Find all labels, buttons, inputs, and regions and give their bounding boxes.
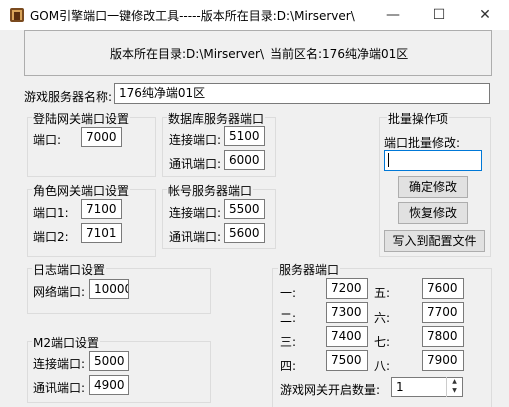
server-port-7-label: 七:: [374, 335, 391, 349]
server-port-3-input[interactable]: 7400: [326, 326, 368, 347]
db-connect-input[interactable]: 5100: [224, 126, 265, 146]
log-port-title: 日志端口设置: [32, 261, 107, 278]
server-port-4-input[interactable]: 7500: [326, 350, 368, 371]
write-config-button[interactable]: 写入到配置文件: [384, 230, 485, 252]
batch-label: 端口批量修改:: [384, 136, 461, 150]
server-port-5-input[interactable]: 7600: [422, 278, 464, 299]
spin-up-icon[interactable]: ▲: [447, 377, 462, 386]
role-port1-input[interactable]: 7100: [81, 199, 122, 219]
account-server-title: 帐号服务器端口: [167, 182, 254, 199]
login-gate-port-input[interactable]: 7000: [81, 127, 122, 147]
m2-comm-input[interactable]: 4900: [89, 375, 129, 395]
login-gate-title: 登陆网关端口设置: [32, 110, 131, 127]
account-connect-input[interactable]: 5500: [224, 199, 265, 219]
confirm-button[interactable]: 确定修改: [398, 176, 468, 198]
close-button[interactable]: ✕: [462, 0, 508, 30]
text-cursor: [388, 153, 389, 167]
db-server-title: 数据库服务器端口: [167, 110, 266, 127]
account-comm-label: 通讯端口:: [169, 230, 222, 244]
db-comm-label: 通讯端口:: [169, 157, 222, 171]
login-gate-port-label: 端口:: [33, 133, 62, 147]
server-ports-title: 服务器端口: [278, 261, 341, 278]
spin-down-icon[interactable]: ▼: [447, 386, 462, 395]
m2-connect-input[interactable]: 5000: [89, 351, 129, 371]
m2-comm-label: 通讯端口:: [33, 381, 86, 395]
server-port-4-label: 四:: [280, 359, 297, 373]
server-port-1-label: 一:: [280, 286, 297, 300]
batch-title: 批量操作项: [387, 110, 450, 127]
server-port-8-label: 八:: [374, 359, 391, 373]
role-gate-title: 角色网关端口设置: [32, 182, 131, 199]
server-port-2-label: 二:: [280, 311, 297, 325]
server-port-1-input[interactable]: 7200: [326, 278, 368, 299]
server-name-label: 游戏服务器名称:: [24, 90, 113, 104]
current-zone-text: 当前区名:176纯净端01区: [270, 47, 409, 61]
role-port2-label: 端口2:: [33, 230, 69, 244]
version-dir-text: 版本所在目录:D:\Mirserver\: [110, 47, 265, 61]
app-icon: [10, 8, 24, 22]
server-name-input[interactable]: 176纯净端01区: [114, 83, 490, 104]
server-port-6-input[interactable]: 7700: [422, 302, 464, 323]
window-title: GOM引擎端口一键修改工具-----版本所在目录:D:\Mirserver\: [30, 9, 355, 23]
role-port1-label: 端口1:: [33, 206, 69, 220]
server-port-6-label: 六:: [374, 311, 391, 325]
log-net-label: 网络端口:: [33, 285, 86, 299]
restore-button[interactable]: 恢复修改: [398, 202, 468, 224]
server-port-5-label: 五:: [374, 286, 391, 300]
server-port-3-label: 三:: [280, 335, 297, 349]
server-port-7-input[interactable]: 7800: [422, 326, 464, 347]
account-connect-label: 连接端口:: [169, 206, 222, 220]
log-net-input[interactable]: 10000: [89, 279, 129, 299]
batch-input[interactable]: [384, 150, 482, 171]
gate-count-spinner[interactable]: ▲ ▼: [446, 377, 462, 397]
m2-port-title: M2端口设置: [32, 334, 100, 351]
m2-connect-label: 连接端口:: [33, 357, 86, 371]
account-comm-input[interactable]: 5600: [224, 223, 265, 243]
minimize-button[interactable]: —: [370, 0, 416, 30]
maximize-button[interactable]: ☐: [416, 0, 462, 30]
server-port-8-input[interactable]: 7900: [422, 350, 464, 371]
role-port2-input[interactable]: 7101: [81, 223, 122, 243]
db-comm-input[interactable]: 6000: [224, 150, 265, 170]
db-connect-label: 连接端口:: [169, 133, 222, 147]
gate-count-label: 游戏网关开启数量:: [280, 383, 381, 397]
server-port-2-input[interactable]: 7300: [326, 302, 368, 323]
